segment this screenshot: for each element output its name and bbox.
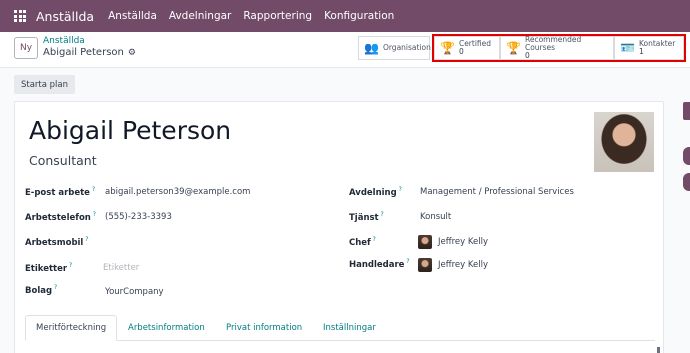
trophy-icon: 🏆 xyxy=(440,41,455,55)
gear-icon[interactable]: ⚙ xyxy=(128,48,136,58)
company-field[interactable]: YourCompany xyxy=(105,287,164,297)
start-plan-button[interactable]: Starta plan xyxy=(14,75,75,94)
org-chart-icon: 👥 xyxy=(364,41,379,55)
menu-item-employees[interactable]: Anställda xyxy=(108,10,157,22)
contacts-count: 1 xyxy=(638,47,644,56)
work-phone-label: Arbetstelefon ? xyxy=(25,211,96,223)
apps-menu-icon[interactable] xyxy=(14,10,26,22)
coach-label: Handledare ? xyxy=(349,258,410,270)
menu-item-departments[interactable]: Avdelningar xyxy=(169,10,231,22)
work-phone-field[interactable]: (555)-233-3393 xyxy=(105,212,172,222)
tags-label: Etiketter ? xyxy=(25,262,73,274)
app-brand[interactable]: Anställda xyxy=(36,9,94,24)
work-mobile-field[interactable] xyxy=(105,237,245,249)
trophy-icon: 🏆 xyxy=(506,41,521,55)
menu-item-configuration[interactable]: Konfiguration xyxy=(324,10,394,22)
breadcrumb-current-label: Abigail Peterson xyxy=(43,47,124,58)
employee-name[interactable]: Abigail Peterson xyxy=(29,116,231,145)
contacts-button[interactable]: 🪪 Kontakter 1 xyxy=(614,36,684,60)
control-panel: Ny Anställda Abigail Peterson ⚙ 👥 Organi… xyxy=(0,32,690,68)
recommended-courses-button[interactable]: 🏆 Recommended Courses 0 xyxy=(500,36,614,60)
tags-field[interactable]: Etiketter xyxy=(103,263,139,273)
scrollbar[interactable] xyxy=(657,347,660,353)
tab-work-information[interactable]: Arbetsinformation xyxy=(128,315,205,341)
breadcrumb-current: Abigail Peterson ⚙ xyxy=(43,47,136,58)
employee-photo[interactable] xyxy=(594,112,654,172)
contacts-label: Kontakter xyxy=(638,39,676,48)
menu-item-reporting[interactable]: Rapportering xyxy=(243,10,312,22)
manager-field[interactable]: Jeffrey Kelly xyxy=(438,237,488,247)
tab-resume[interactable]: Meritförteckning xyxy=(25,315,118,341)
work-mobile-label: Arbetsmobil ? xyxy=(25,236,89,248)
certified-count: 0 xyxy=(458,47,464,56)
status-bar: Starta plan xyxy=(0,68,676,101)
manager-avatar xyxy=(418,235,432,249)
chatter-avatar[interactable] xyxy=(683,147,690,165)
recommended-courses-count: 0 xyxy=(524,51,530,60)
organisation-label: Organisation xyxy=(382,43,431,52)
new-button[interactable]: Ny xyxy=(14,37,38,59)
work-email-label: E-post arbete ? xyxy=(25,186,96,198)
certified-button[interactable]: 🏆 Certified 0 xyxy=(434,36,500,60)
department-label: Avdelning ? xyxy=(349,186,402,198)
chatter-button[interactable] xyxy=(683,102,690,120)
chatter-avatar[interactable] xyxy=(683,173,690,191)
organisation-button[interactable]: 👥 Organisation xyxy=(358,36,431,60)
contact-card-icon: 🪪 xyxy=(620,41,635,55)
breadcrumb-parent[interactable]: Anställda xyxy=(43,36,85,46)
job-title[interactable]: Consultant xyxy=(29,153,97,168)
department-field[interactable]: Management / Professional Services xyxy=(420,187,574,197)
top-navbar: Anställda Anställda Avdelningar Rapporte… xyxy=(0,0,690,32)
company-label: Bolag ? xyxy=(25,284,58,296)
form-tabs: Meritförteckning Arbetsinformation Priva… xyxy=(25,315,655,341)
manager-label: Chef ? xyxy=(349,236,376,248)
job-position-field[interactable]: Konsult xyxy=(420,212,451,222)
job-position-label: Tjänst ? xyxy=(349,211,384,223)
tab-private-information[interactable]: Privat information xyxy=(226,315,302,341)
coach-field[interactable]: Jeffrey Kelly xyxy=(438,260,488,270)
coach-avatar xyxy=(418,258,432,272)
recommended-courses-label: Recommended Courses xyxy=(524,35,582,52)
work-email-field[interactable]: abigail.peterson39@example.com xyxy=(105,187,250,197)
form-sheet: Abigail Peterson Consultant E-post arbet… xyxy=(14,101,664,353)
tab-settings[interactable]: Inställningar xyxy=(323,315,376,341)
